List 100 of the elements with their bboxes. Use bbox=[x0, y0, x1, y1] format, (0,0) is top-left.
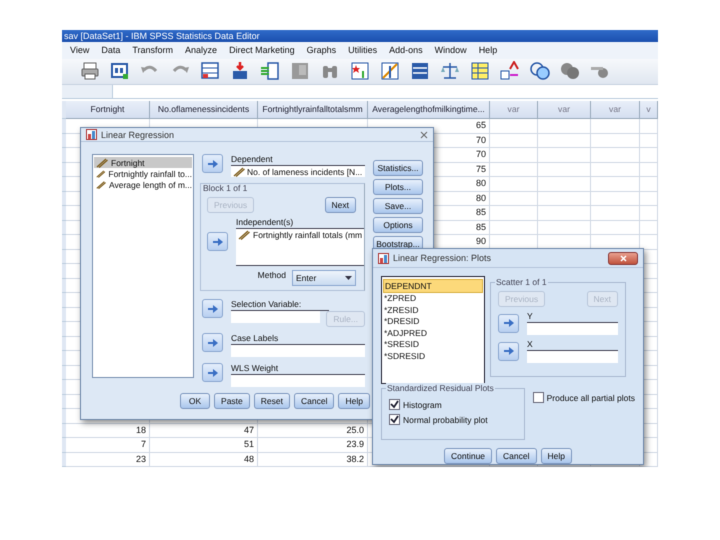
field-label: Method bbox=[258, 270, 286, 282]
next-button[interactable]: Next bbox=[324, 197, 356, 213]
checkbox[interactable] bbox=[389, 414, 400, 425]
dialog-button[interactable]: Help bbox=[540, 448, 572, 464]
table-cell bbox=[640, 206, 658, 220]
variable-list[interactable]: Fortnight Fortnightly rainfall to... Average length of m... bbox=[92, 154, 194, 378]
column-header[interactable]: Averagelengthofmilkingtime... bbox=[368, 101, 490, 119]
variable-item[interactable]: *ZRESID bbox=[383, 304, 483, 316]
y-field[interactable] bbox=[527, 323, 618, 335]
ruler-icon bbox=[96, 180, 106, 190]
insert-row-icon[interactable] bbox=[230, 61, 250, 82]
scales-icon[interactable] bbox=[440, 61, 460, 82]
side-button[interactable]: Plots... bbox=[373, 179, 423, 195]
column-header[interactable]: var bbox=[538, 101, 591, 119]
split-icon[interactable] bbox=[380, 61, 400, 82]
column-header[interactable]: Fortnightlyrainfalltotalsmm bbox=[258, 101, 368, 119]
selection-field[interactable] bbox=[231, 311, 320, 323]
value-labels-icon[interactable] bbox=[500, 61, 520, 82]
menu-item[interactable]: Add-ons bbox=[389, 45, 423, 56]
checkbox[interactable] bbox=[532, 392, 544, 403]
arrow-button[interactable] bbox=[498, 314, 519, 332]
checkbox-label: Produce all partial plots bbox=[546, 392, 635, 402]
table-cell bbox=[538, 162, 591, 177]
right-arrow-icon bbox=[208, 368, 218, 376]
menu-item[interactable]: Data bbox=[101, 45, 120, 56]
dialog-button[interactable]: Reset bbox=[254, 393, 290, 409]
star-table-icon[interactable] bbox=[350, 61, 370, 82]
circles-icon[interactable] bbox=[530, 61, 550, 82]
variable-item[interactable]: *DRESID bbox=[383, 316, 483, 327]
dialog-button[interactable]: Continue bbox=[444, 448, 492, 464]
table-cell bbox=[640, 119, 658, 134]
checkbox[interactable] bbox=[389, 399, 400, 410]
dialog-icon[interactable] bbox=[110, 61, 130, 82]
variable-item[interactable]: *ZPRED bbox=[383, 292, 483, 304]
table-cell: 23.9 bbox=[258, 438, 368, 452]
table-cell bbox=[640, 177, 658, 192]
independents-list[interactable]: Fortnightly rainfall totals (mm bbox=[236, 228, 364, 266]
method-dropdown[interactable]: Enter bbox=[292, 270, 356, 286]
dialog-button[interactable]: Help bbox=[338, 393, 370, 409]
x-field[interactable] bbox=[527, 351, 618, 363]
dialog-button[interactable]: Cancel bbox=[294, 393, 334, 409]
filled-circles-icon[interactable] bbox=[560, 61, 580, 82]
case-labels-field[interactable] bbox=[231, 345, 365, 357]
arrow-button[interactable] bbox=[207, 232, 228, 251]
column-header[interactable]: Fortnight bbox=[66, 101, 150, 119]
table-icon[interactable] bbox=[410, 61, 430, 82]
variable-item[interactable]: Fortnightly rainfall to... bbox=[94, 168, 192, 179]
field-label: Independent(s) bbox=[236, 217, 294, 228]
dependent-field[interactable]: No. of lameness incidents [N... bbox=[231, 166, 365, 177]
variable-item[interactable]: Fortnight bbox=[94, 157, 192, 168]
arrow-button[interactable] bbox=[202, 299, 223, 318]
menu-item[interactable]: Transform bbox=[132, 45, 174, 56]
menu-item[interactable]: Utilities bbox=[348, 45, 378, 56]
column-header[interactable]: v bbox=[640, 101, 658, 119]
variable-item[interactable]: Average length of m... bbox=[94, 179, 192, 190]
table-cell: 25.0 bbox=[258, 424, 368, 438]
column-header[interactable]: var bbox=[591, 101, 640, 119]
columns-icon[interactable] bbox=[260, 61, 280, 82]
table-cell bbox=[490, 206, 538, 220]
group-title: Block 1 of 1 bbox=[203, 183, 248, 193]
right-arrow-icon bbox=[208, 160, 218, 168]
side-button[interactable]: Save... bbox=[373, 198, 423, 214]
menu-item[interactable]: Analyze bbox=[185, 45, 218, 56]
variable-list[interactable]: DEPENDNT *ZPRED *ZRESID *DRESID *ADJPRED *SRESID *SDRESID bbox=[381, 276, 485, 384]
window-title: sav [DataSet1] - IBM SPSS Statistics Data Editor bbox=[62, 30, 658, 42]
right-arrow-icon bbox=[504, 347, 514, 355]
dialog-app-icon bbox=[378, 252, 389, 264]
table-cell bbox=[538, 148, 591, 162]
cell-name-box[interactable] bbox=[62, 85, 113, 98]
column-header[interactable]: No.oflamenessincidents bbox=[150, 101, 258, 119]
table-cell: 47 bbox=[150, 424, 258, 438]
arrow-button[interactable] bbox=[202, 363, 223, 382]
menu-item[interactable]: Direct Marketing bbox=[229, 45, 295, 56]
arrow-button[interactable] bbox=[202, 333, 223, 352]
square-icon[interactable] bbox=[290, 61, 310, 82]
variable-item[interactable]: Fortnightly rainfall totals (mm bbox=[236, 229, 364, 240]
dialog-button[interactable]: OK bbox=[180, 393, 210, 409]
arrow-button[interactable] bbox=[202, 154, 223, 173]
printer-icon[interactable] bbox=[80, 61, 100, 82]
menu-item[interactable]: Help bbox=[478, 45, 498, 56]
variable-item[interactable]: DEPENDNT bbox=[383, 279, 483, 292]
wls-weight-field[interactable] bbox=[231, 375, 365, 387]
menu-item[interactable]: View bbox=[70, 45, 90, 56]
side-button[interactable]: Statistics... bbox=[373, 160, 423, 176]
caret-icon bbox=[345, 276, 352, 280]
dialog-button[interactable]: Cancel bbox=[496, 448, 536, 464]
close-icon[interactable] bbox=[420, 130, 428, 138]
menu-item[interactable]: Window bbox=[434, 45, 467, 56]
menu-item[interactable]: Graphs bbox=[306, 45, 336, 56]
ruler-icon bbox=[238, 230, 250, 240]
column-header[interactable]: var bbox=[490, 101, 538, 119]
close-button[interactable] bbox=[608, 252, 638, 264]
arrow-button[interactable] bbox=[498, 342, 519, 360]
variable-item[interactable]: *ADJPRED bbox=[383, 327, 483, 338]
dialog-button[interactable]: Paste bbox=[214, 393, 250, 409]
variable-item[interactable]: *SRESID bbox=[383, 338, 483, 350]
side-button[interactable]: Options bbox=[373, 217, 423, 233]
table-cell bbox=[591, 206, 640, 220]
grid-icon[interactable] bbox=[470, 61, 490, 82]
variable-item[interactable]: *SDRESID bbox=[383, 350, 483, 362]
